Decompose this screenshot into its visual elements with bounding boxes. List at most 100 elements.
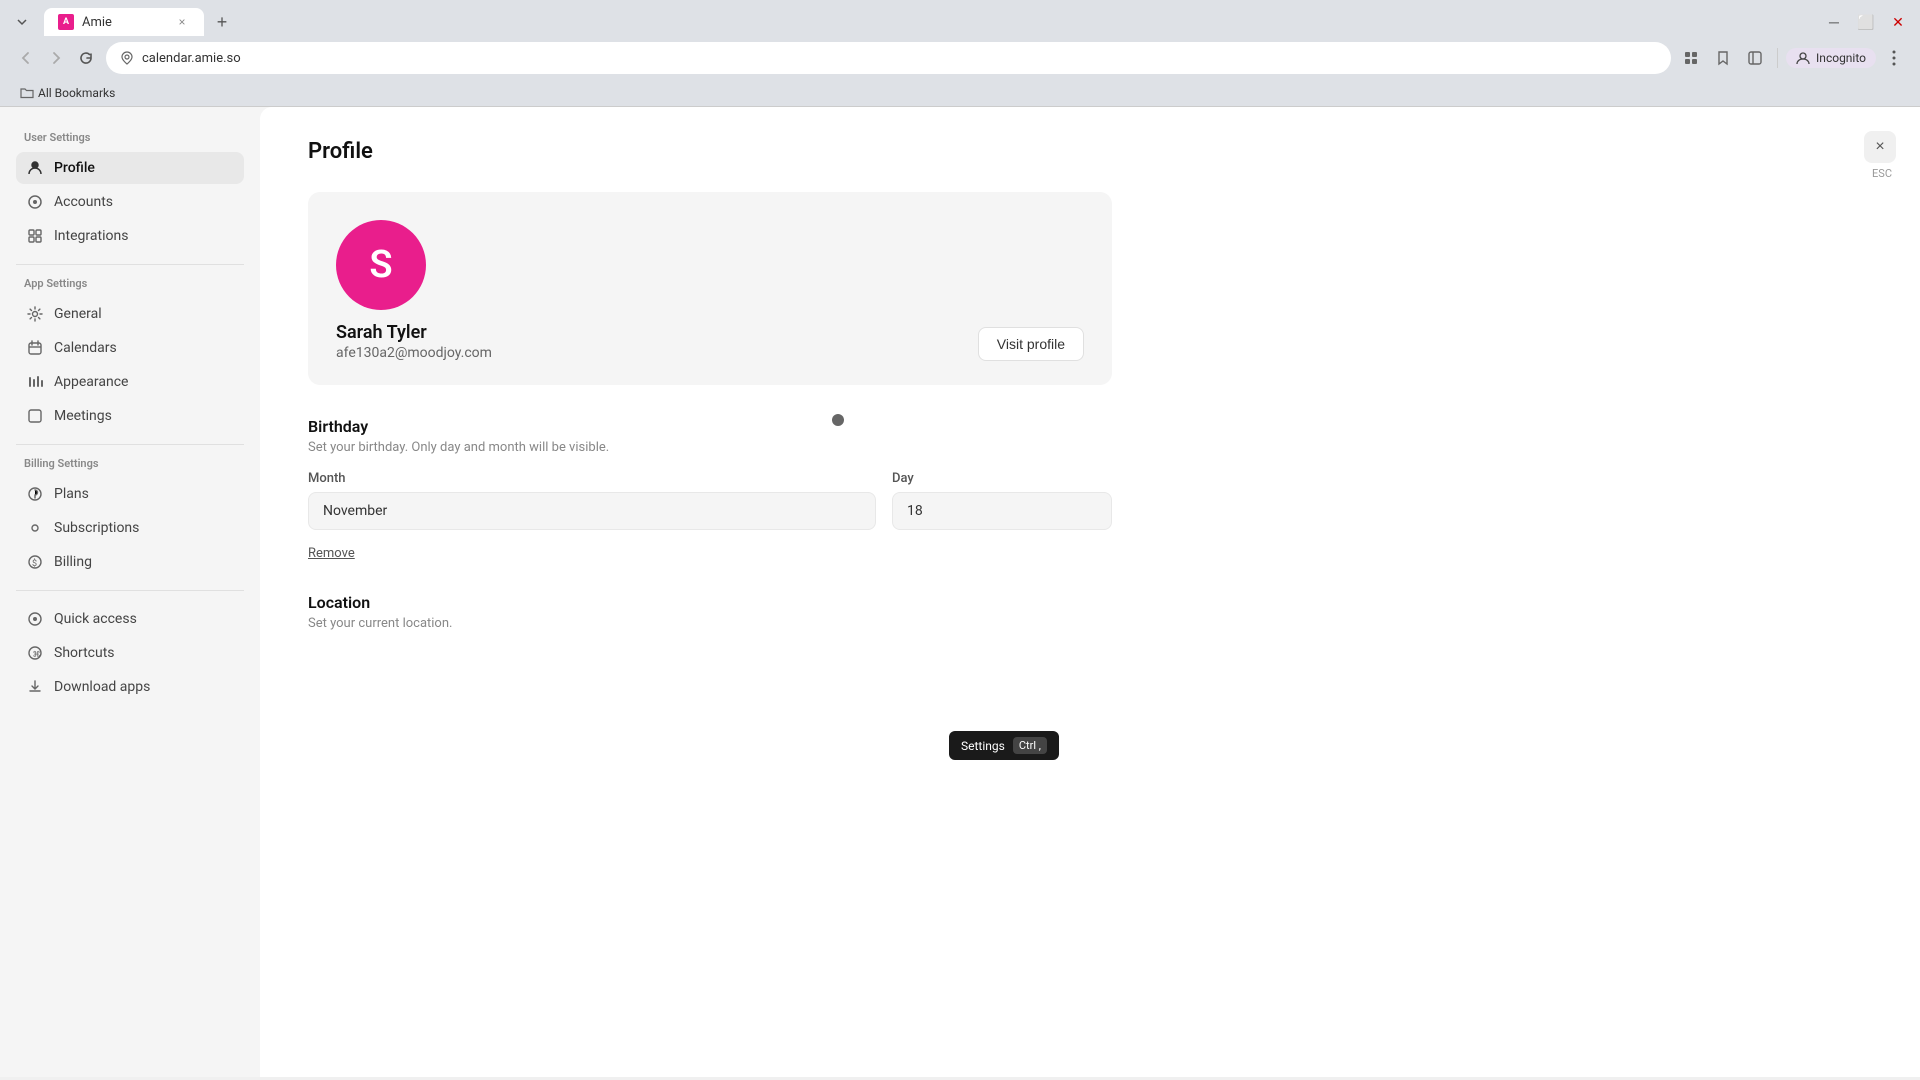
nav-left — [12, 44, 100, 72]
address-text: calendar.amie.so — [142, 51, 1657, 66]
tab-list-btn[interactable] — [8, 8, 36, 36]
sidebar-calendars-label: Calendars — [54, 340, 117, 356]
sidebar-profile-label: Profile — [54, 160, 95, 176]
birthday-desc: Set your birthday. Only day and month wi… — [308, 440, 1112, 455]
bookmarks-bar: All Bookmarks — [0, 80, 1920, 107]
sidebar-toggle-button[interactable] — [1741, 44, 1769, 72]
sidebar-item-meetings[interactable]: Meetings — [16, 400, 244, 432]
billing-settings-label: Billing Settings — [16, 457, 244, 470]
general-icon — [26, 305, 44, 323]
profile-label: Incognito — [1816, 51, 1866, 65]
menu-button[interactable] — [1880, 44, 1908, 72]
sidebar-item-download-apps[interactable]: Download apps — [16, 671, 244, 703]
sidebar-download-label: Download apps — [54, 679, 150, 695]
sidebar-item-integrations[interactable]: Integrations — [16, 220, 244, 252]
profile-info: Sarah Tyler afe130a2@moodjoy.com — [336, 322, 492, 361]
profile-button[interactable]: Incognito — [1786, 48, 1876, 68]
profile-card: S Sarah Tyler afe130a2@moodjoy.com Visit… — [308, 192, 1112, 385]
download-icon — [26, 678, 44, 696]
sidebar: User Settings Profile Accounts Integrati… — [0, 107, 260, 1077]
forward-button[interactable] — [42, 44, 70, 72]
sidebar-item-billing[interactable]: $ Billing — [16, 546, 244, 578]
avatar[interactable]: S — [336, 220, 426, 310]
all-bookmarks[interactable]: All Bookmarks — [12, 84, 123, 102]
integrations-icon — [26, 227, 44, 245]
birthday-form-row: Month November Day 18 — [308, 471, 1112, 530]
plans-icon — [26, 485, 44, 503]
meetings-icon — [26, 407, 44, 425]
sidebar-item-plans[interactable]: Plans — [16, 478, 244, 510]
quick-access-icon — [26, 610, 44, 628]
sidebar-plans-label: Plans — [54, 486, 89, 502]
minimize-button[interactable]: ─ — [1820, 8, 1848, 36]
sidebar-billing-label: Billing — [54, 554, 92, 570]
tooltip-label: Settings — [961, 739, 1005, 753]
tab-close-button[interactable]: × — [174, 14, 190, 30]
sidebar-shortcuts-label: Shortcuts — [54, 645, 115, 661]
user-settings-label: User Settings — [16, 131, 244, 144]
month-input[interactable]: November — [308, 492, 876, 530]
incognito-icon — [1796, 51, 1810, 65]
month-label: Month — [308, 471, 876, 486]
billing-icon: $ — [26, 553, 44, 571]
sidebar-divider-3 — [16, 590, 244, 591]
sidebar-item-quick-access[interactable]: Quick access — [16, 603, 244, 635]
address-bar[interactable]: calendar.amie.so — [106, 42, 1671, 74]
day-group: Day 18 — [892, 471, 1112, 530]
accounts-icon — [26, 193, 44, 211]
birthday-title: Birthday — [308, 417, 1112, 436]
new-tab-button[interactable]: + — [208, 8, 236, 36]
back-button[interactable] — [12, 44, 40, 72]
sidebar-meetings-label: Meetings — [54, 408, 112, 424]
app-settings-label: App Settings — [16, 277, 244, 290]
appearance-icon — [26, 373, 44, 391]
sidebar-subscriptions-label: Subscriptions — [54, 520, 139, 536]
svg-text:$: $ — [32, 558, 37, 569]
browser-chrome: A Amie × + ─ ⬜ ✕ calendar.amie.so — [0, 0, 1920, 107]
day-label: Day — [892, 471, 1112, 486]
sidebar-divider-1 — [16, 264, 244, 265]
day-input[interactable]: 18 — [892, 492, 1112, 530]
birthday-section: Birthday Set your birthday. Only day and… — [308, 417, 1112, 561]
page-title: Profile — [308, 139, 1112, 164]
sidebar-item-shortcuts[interactable]: ⌘ Shortcuts — [16, 637, 244, 669]
remove-birthday-link[interactable]: Remove — [308, 546, 355, 561]
location-desc: Set your current location. — [308, 616, 1112, 631]
window-close-button[interactable]: ✕ — [1884, 8, 1912, 36]
sidebar-item-accounts[interactable]: Accounts — [16, 186, 244, 218]
svg-text:⌘: ⌘ — [33, 650, 41, 659]
extensions-button[interactable] — [1677, 44, 1705, 72]
tab-favicon: A — [58, 14, 74, 30]
person-icon — [26, 159, 44, 177]
subscriptions-icon — [26, 519, 44, 537]
folder-icon — [20, 86, 34, 100]
settings-tooltip: Settings Ctrl , — [949, 731, 1059, 760]
sidebar-quick-access-label: Quick access — [54, 611, 137, 627]
sidebar-item-appearance[interactable]: Appearance — [16, 366, 244, 398]
profile-name: Sarah Tyler — [336, 322, 492, 343]
sidebar-item-calendars[interactable]: Calendars — [16, 332, 244, 364]
main-panel: × ESC Profile S Sarah Tyler afe130a2@moo… — [260, 107, 1920, 1077]
bookmark-button[interactable] — [1709, 44, 1737, 72]
profile-left: S Sarah Tyler afe130a2@moodjoy.com — [336, 220, 492, 361]
bookmarks-label: All Bookmarks — [38, 86, 115, 100]
month-group: Month November — [308, 471, 876, 530]
sidebar-appearance-label: Appearance — [54, 374, 128, 390]
sidebar-item-general[interactable]: General — [16, 298, 244, 330]
month-value: November — [323, 503, 387, 519]
maximize-button[interactable]: ⬜ — [1852, 8, 1880, 36]
esc-label: ESC — [1872, 167, 1892, 180]
sidebar-item-subscriptions[interactable]: Subscriptions — [16, 512, 244, 544]
refresh-button[interactable] — [72, 44, 100, 72]
location-icon — [120, 51, 134, 65]
tab-bar: A Amie × + ─ ⬜ ✕ — [0, 0, 1920, 36]
settings-panel: Profile S Sarah Tyler afe130a2@moodjoy.c… — [260, 107, 1160, 695]
close-button[interactable]: × — [1864, 131, 1896, 163]
visit-profile-button[interactable]: Visit profile — [978, 327, 1084, 361]
day-value: 18 — [907, 503, 923, 519]
sidebar-item-profile[interactable]: Profile — [16, 152, 244, 184]
profile-email: afe130a2@moodjoy.com — [336, 345, 492, 361]
tab-title: Amie — [82, 15, 166, 30]
shortcuts-icon: ⌘ — [26, 644, 44, 662]
active-tab[interactable]: A Amie × — [44, 8, 204, 36]
